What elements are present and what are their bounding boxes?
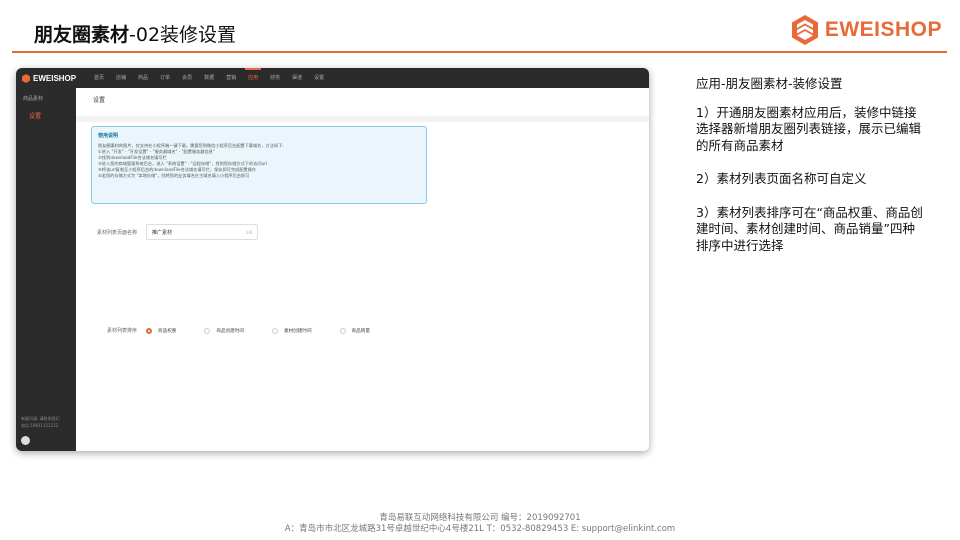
nav-item-goods[interactable]: 商品 bbox=[132, 68, 154, 88]
notes-item-3: 3）素材列表排序可在“商品权重、商品创建时间、素材创建时间、商品销量”四种排序中… bbox=[696, 204, 923, 253]
nav-item-finance[interactable]: 财务 bbox=[264, 68, 286, 88]
app-screenshot: EWEISHOP 首页 店铺 商品 订单 会员 数据 营销 应用 财务 渠道 设… bbox=[16, 68, 649, 451]
page-heading: 设置 bbox=[76, 88, 649, 122]
list-name-label: 素材列表页面名称 bbox=[96, 229, 137, 236]
sort-option-goods-created[interactable]: 商品创建时间 bbox=[204, 327, 244, 334]
app-nav: 首页 店铺 商品 订单 会员 数据 营销 应用 财务 渠道 设置 bbox=[88, 68, 330, 88]
sort-row: 素材列表排序 商品权重 商品创建时间 素材创建时间 商品销量 bbox=[76, 327, 398, 334]
support-icon[interactable] bbox=[21, 436, 30, 445]
nav-item-channels[interactable]: 渠道 bbox=[286, 68, 308, 88]
app-logo-icon bbox=[22, 73, 30, 83]
header-divider bbox=[12, 51, 947, 53]
usage-info-box: 使用说明 朋友圈素材的图片，仅支持在小程序端一键下载。需要您到微信小程序后台配置… bbox=[91, 126, 427, 204]
notes-item-2: 2）素材列表页面名称可自定义 bbox=[696, 171, 867, 186]
radio-icon bbox=[271, 327, 278, 334]
list-name-input[interactable]: 推广素材 4/8 bbox=[146, 224, 258, 240]
nav-item-home[interactable]: 首页 bbox=[88, 68, 110, 88]
brand: EWEISHOP bbox=[791, 14, 942, 46]
slide-title: 朋友圈素材-02装修设置 bbox=[34, 20, 236, 47]
nav-item-apps[interactable]: 应用 bbox=[242, 68, 264, 88]
nav-item-settings[interactable]: 设置 bbox=[308, 68, 330, 88]
app-topbar: EWEISHOP 首页 店铺 商品 订单 会员 数据 营销 应用 财务 渠道 设… bbox=[16, 68, 649, 88]
nav-item-data[interactable]: 数据 bbox=[198, 68, 220, 88]
nav-item-orders[interactable]: 订单 bbox=[154, 68, 176, 88]
notes-heading: 应用-朋友圈素材-装修设置 bbox=[696, 76, 843, 91]
sidebar-contact-line2: 电话:19811112222 bbox=[21, 423, 59, 428]
sidebar-item-settings[interactable]: 设置 bbox=[16, 102, 76, 120]
slide-title-bold: 朋友圈素材 bbox=[34, 24, 130, 46]
sort-option-label: 商品销量 bbox=[351, 328, 370, 334]
radio-icon bbox=[339, 327, 346, 334]
radio-icon bbox=[146, 327, 152, 334]
sort-label: 素材列表排序 bbox=[106, 328, 137, 334]
sort-option-label: 商品权重 bbox=[158, 328, 177, 334]
app-logo[interactable]: EWEISHOP bbox=[22, 73, 84, 83]
brand-name: EWEISHOP bbox=[824, 18, 942, 41]
info-line: ⑤若您的存储方式为 "本地存储"，则将您的业务域名在主域名填入小程序后台即可 bbox=[98, 173, 250, 178]
sidebar-heading: 商品素材 bbox=[23, 96, 44, 102]
slide: 朋友圈素材-02装修设置 EWEISHOP EWEISHOP 首页 店铺 商品 … bbox=[0, 0, 960, 540]
eweishop-logo-icon bbox=[791, 15, 818, 45]
radio-icon bbox=[204, 327, 211, 334]
nav-item-shop[interactable]: 店铺 bbox=[110, 68, 132, 88]
notes-item-1: 1）开通朋友圈素材应用后，装修中链接选择器新增朋友圈列表链接，展示已编辑的所有商… bbox=[696, 104, 922, 153]
sidebar-contact: 有疑问请, 请联系我们 电话:19811112222 bbox=[21, 415, 73, 429]
list-name-char-count: 4/8 bbox=[245, 229, 252, 235]
nav-item-marketing[interactable]: 营销 bbox=[220, 68, 242, 88]
list-name-row: 素材列表页面名称 推广素材 4/8 bbox=[76, 224, 258, 240]
slide-title-rest: -02装修设置 bbox=[129, 24, 237, 46]
info-title: 使用说明 bbox=[98, 133, 119, 139]
footer-company: 青岛易联互动网络科技有限公司 编号：2019092701 bbox=[379, 513, 581, 523]
footer-contact: A：青岛市市北区龙城路31号卓越世纪中心4号楼21L T：0532-808294… bbox=[284, 524, 676, 534]
sort-option-sales[interactable]: 商品销量 bbox=[339, 327, 370, 334]
notes-panel: 应用-朋友圈素材-装修设置 1）开通朋友圈素材应用后，装修中链接选择器新增朋友圈… bbox=[696, 76, 926, 271]
nav-item-members[interactable]: 会员 bbox=[176, 68, 198, 88]
sort-option-goods-weight[interactable]: 商品权重 bbox=[146, 327, 177, 334]
slide-footer: 青岛易联互动网络科技有限公司 编号：2019092701 A：青岛市市北区龙城路… bbox=[0, 513, 960, 535]
app-sidebar: 商品素材 设置 有疑问请, 请联系我们 电话:19811112222 bbox=[16, 88, 76, 451]
list-name-value: 推广素材 bbox=[152, 229, 173, 236]
sidebar-contact-line1: 有疑问请, 请联系我们 bbox=[21, 416, 60, 421]
sort-option-label: 商品创建时间 bbox=[216, 328, 244, 334]
sort-option-material-created[interactable]: 素材创建时间 bbox=[271, 327, 312, 334]
app-logo-text: EWEISHOP bbox=[33, 73, 77, 83]
sort-option-label: 素材创建时间 bbox=[283, 328, 312, 334]
app-main: 设置 使用说明 朋友圈素材的图片，仅支持在小程序端一键下载。需要您到微信小程序后… bbox=[76, 88, 649, 451]
